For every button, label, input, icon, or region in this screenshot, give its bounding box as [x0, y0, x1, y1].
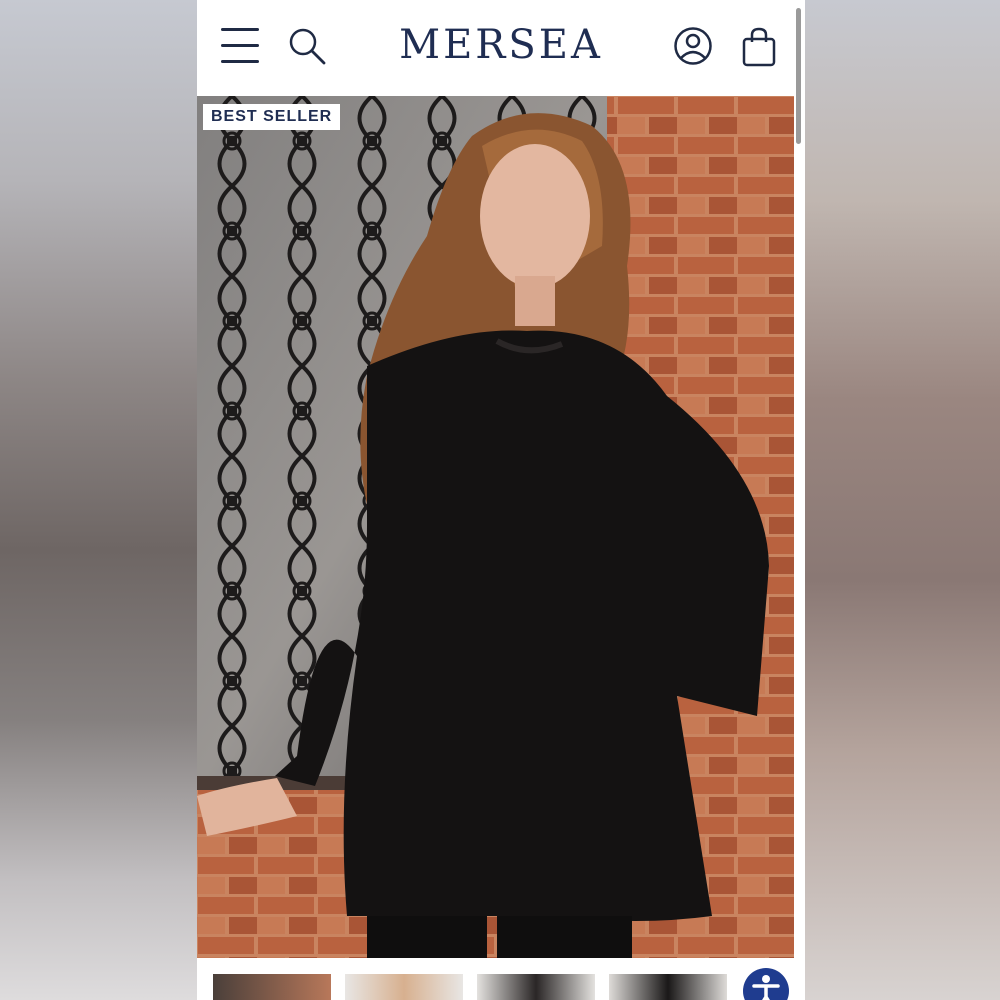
site-header: MERSEA [197, 0, 805, 96]
thumbnail-2[interactable] [345, 974, 463, 1000]
thumbnail-3[interactable] [477, 974, 595, 1000]
thumbnail-strip [197, 966, 805, 1000]
accessibility-icon[interactable] [743, 968, 789, 1000]
product-hero-image[interactable]: BEST SELLER [197, 96, 794, 958]
account-icon[interactable] [673, 26, 713, 66]
scrollbar-thumb[interactable] [796, 8, 801, 144]
best-seller-badge: BEST SELLER [203, 104, 341, 130]
thumbnail-1[interactable] [213, 974, 331, 1000]
background-blur-right [805, 0, 1000, 1000]
thumbnail-4[interactable] [609, 974, 727, 1000]
brand-logo[interactable]: MERSEA [197, 22, 805, 68]
model-illustration [197, 96, 794, 958]
background-blur-left [0, 0, 197, 1000]
shopping-bag-icon[interactable] [741, 26, 777, 68]
mobile-screen: MERSEA BEST SELLER [197, 0, 805, 1000]
